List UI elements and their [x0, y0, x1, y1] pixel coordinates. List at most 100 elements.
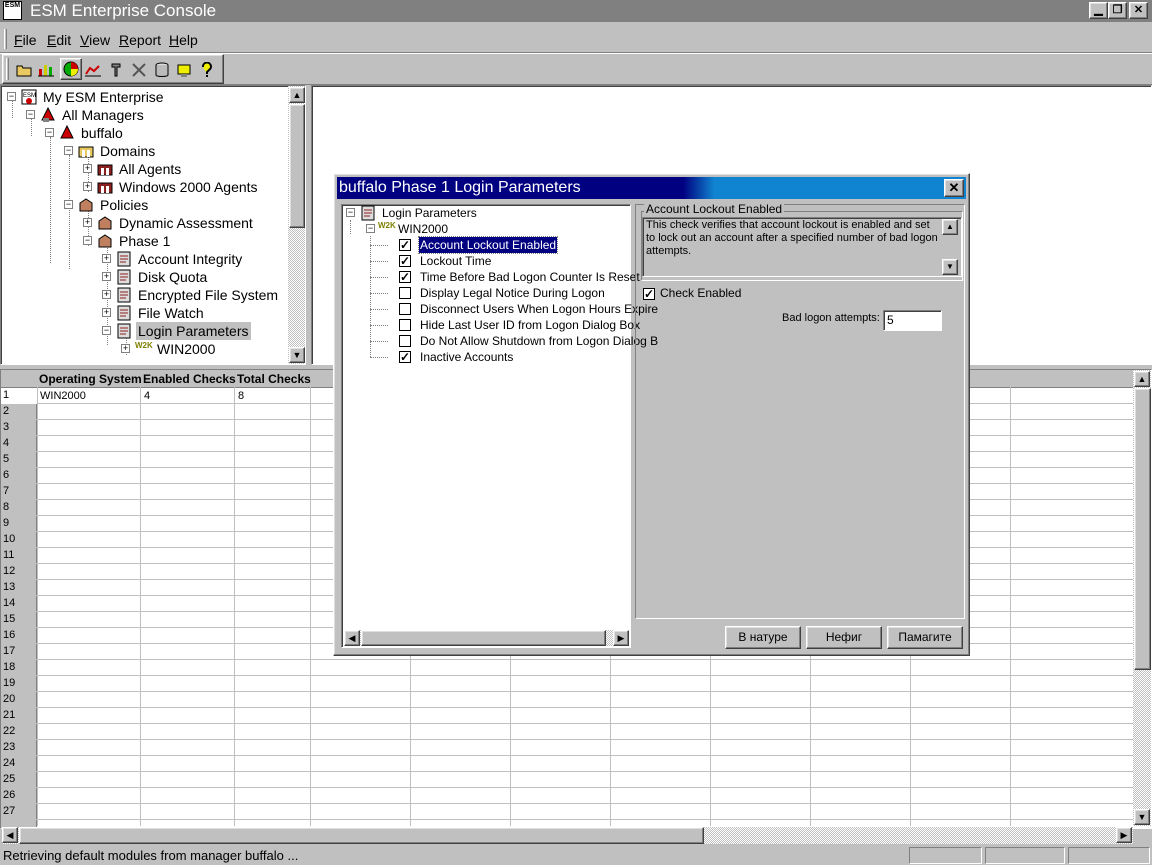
- row-number[interactable]: 25: [1, 772, 37, 788]
- description-scroll-up[interactable]: ▲: [942, 219, 958, 235]
- scroll-up-button[interactable]: ▲: [289, 87, 305, 103]
- minimize-button[interactable]: ▁: [1089, 2, 1108, 19]
- checks-scroll-right-button[interactable]: ▶: [613, 630, 629, 646]
- row-number[interactable]: 14: [1, 596, 37, 612]
- menu-bar: File Edit View Report Help: [0, 26, 1152, 52]
- row-number[interactable]: 10: [1, 532, 37, 548]
- grid-scroll-down-button[interactable]: ▼: [1134, 809, 1150, 825]
- check-item-checkbox[interactable]: ✓: [399, 239, 411, 251]
- bar-chart-icon[interactable]: [37, 61, 55, 79]
- help-button[interactable]: Памагите: [887, 626, 963, 649]
- title-bar: ESM ESM Enterprise Console ▁ ❐ ✕: [0, 0, 1152, 22]
- row-number[interactable]: 2: [1, 404, 37, 420]
- tree-scroll-thumb[interactable]: [289, 104, 305, 228]
- row-number[interactable]: 7: [1, 484, 37, 500]
- w2k-icon: W2K: [378, 221, 396, 230]
- managers-icon: [40, 106, 56, 123]
- check-item-label: Time Before Bad Logon Counter Is Reset: [420, 270, 640, 284]
- description-scroll-down[interactable]: ▼: [942, 259, 958, 275]
- ok-button[interactable]: В натуре: [725, 626, 801, 649]
- grid-scroll-up-button[interactable]: ▲: [1134, 371, 1150, 387]
- status-panel: [985, 847, 1065, 864]
- check-item-checkbox[interactable]: ✓: [399, 271, 411, 283]
- bad-logon-input[interactable]: 5: [883, 310, 942, 331]
- pie-chart-icon[interactable]: [60, 58, 82, 80]
- scroll-down-button[interactable]: ▼: [289, 347, 305, 363]
- status-panel: [909, 847, 982, 864]
- database-icon[interactable]: [153, 61, 171, 79]
- grid-cell-enabled[interactable]: 4: [142, 389, 150, 404]
- menu-help[interactable]: Help: [169, 32, 198, 48]
- line-chart-icon[interactable]: [84, 61, 102, 79]
- row-number[interactable]: 1: [1, 388, 37, 404]
- grid-hscroll-thumb[interactable]: [19, 827, 704, 844]
- agent-icon[interactable]: [175, 61, 193, 79]
- row-number[interactable]: 26: [1, 788, 37, 804]
- row-number[interactable]: 22: [1, 724, 37, 740]
- menu-edit[interactable]: Edit: [47, 32, 71, 48]
- row-number[interactable]: 23: [1, 740, 37, 756]
- row-number[interactable]: 12: [1, 564, 37, 580]
- cancel-button[interactable]: Нефиг: [806, 626, 882, 649]
- check-item-checkbox[interactable]: [399, 319, 411, 331]
- row-number[interactable]: 19: [1, 676, 37, 692]
- check-item-label: Hide Last User ID from Logon Dialog Box: [420, 318, 641, 332]
- check-item-label: Do Not Allow Shutdown from Logon Dialog …: [420, 334, 659, 348]
- row-number[interactable]: 13: [1, 580, 37, 596]
- grid-scroll-left-button[interactable]: ◀: [2, 827, 18, 843]
- grid-header-total[interactable]: Total Checks: [235, 372, 311, 388]
- open-folder-icon[interactable]: [15, 61, 33, 79]
- w2k-icon: W2K: [135, 341, 153, 350]
- splitter[interactable]: [307, 85, 311, 365]
- esm-app-icon[interactable]: ESM: [3, 1, 22, 20]
- close-button[interactable]: ✕: [1129, 2, 1148, 19]
- row-number[interactable]: 6: [1, 468, 37, 484]
- dialog-close-button[interactable]: ✕: [944, 179, 964, 197]
- module-icon: [116, 251, 132, 267]
- grid-cell-total[interactable]: 8: [236, 389, 244, 404]
- menu-view[interactable]: View: [80, 32, 110, 48]
- wrench-icon[interactable]: [107, 61, 125, 79]
- navigation-tree[interactable]: − ESM My ESM Enterprise − All Managers −…: [0, 85, 306, 365]
- row-number[interactable]: 16: [1, 628, 37, 644]
- row-number[interactable]: 17: [1, 644, 37, 660]
- row-number[interactable]: 11: [1, 548, 37, 564]
- check-details-panel: Account Lockout Enabled This check verif…: [635, 202, 965, 619]
- restore-button[interactable]: ❐: [1108, 2, 1127, 19]
- grid-cell-os[interactable]: WIN2000: [38, 389, 86, 404]
- row-number[interactable]: 18: [1, 660, 37, 676]
- row-number[interactable]: 8: [1, 500, 37, 516]
- status-bar: Retrieving default modules from manager …: [0, 845, 1152, 865]
- check-item-label: Account Lockout Enabled: [417, 236, 559, 254]
- check-enabled-checkbox[interactable]: ✓: [643, 288, 655, 300]
- check-item-checkbox[interactable]: [399, 287, 411, 299]
- checks-hscroll-thumb[interactable]: [361, 630, 606, 646]
- menu-file[interactable]: File: [14, 32, 37, 48]
- row-number[interactable]: 4: [1, 436, 37, 452]
- description-box[interactable]: This check verifies that account lockout…: [642, 217, 962, 277]
- row-number[interactable]: 21: [1, 708, 37, 724]
- grid-scroll-right-button[interactable]: ▶: [1116, 827, 1132, 843]
- row-number[interactable]: 15: [1, 612, 37, 628]
- help-icon[interactable]: [198, 61, 216, 79]
- checks-scroll-left-button[interactable]: ◀: [344, 630, 360, 646]
- menu-report[interactable]: Report: [119, 32, 161, 48]
- row-number[interactable]: 24: [1, 756, 37, 772]
- tools-icon[interactable]: [130, 61, 148, 79]
- check-item-checkbox[interactable]: ✓: [399, 351, 411, 363]
- row-number[interactable]: 3: [1, 420, 37, 436]
- checks-tree[interactable]: − Login Parameters − W2K WIN2000 ✓ Accoun…: [341, 204, 658, 648]
- row-number[interactable]: 9: [1, 516, 37, 532]
- check-item-checkbox[interactable]: ✓: [399, 255, 411, 267]
- grid-vscroll-thumb[interactable]: [1134, 388, 1151, 670]
- check-item-checkbox[interactable]: [399, 303, 411, 315]
- row-number[interactable]: 27: [1, 804, 37, 820]
- check-item-checkbox[interactable]: [399, 335, 411, 347]
- grid-header-os[interactable]: Operating System: [37, 372, 142, 388]
- row-number[interactable]: 5: [1, 452, 37, 468]
- module-icon: [116, 287, 132, 303]
- check-item-label: Display Legal Notice During Logon: [420, 286, 605, 300]
- row-number[interactable]: 20: [1, 692, 37, 708]
- status-panel: [1068, 847, 1150, 864]
- grid-header-enabled[interactable]: Enabled Checks: [141, 372, 236, 388]
